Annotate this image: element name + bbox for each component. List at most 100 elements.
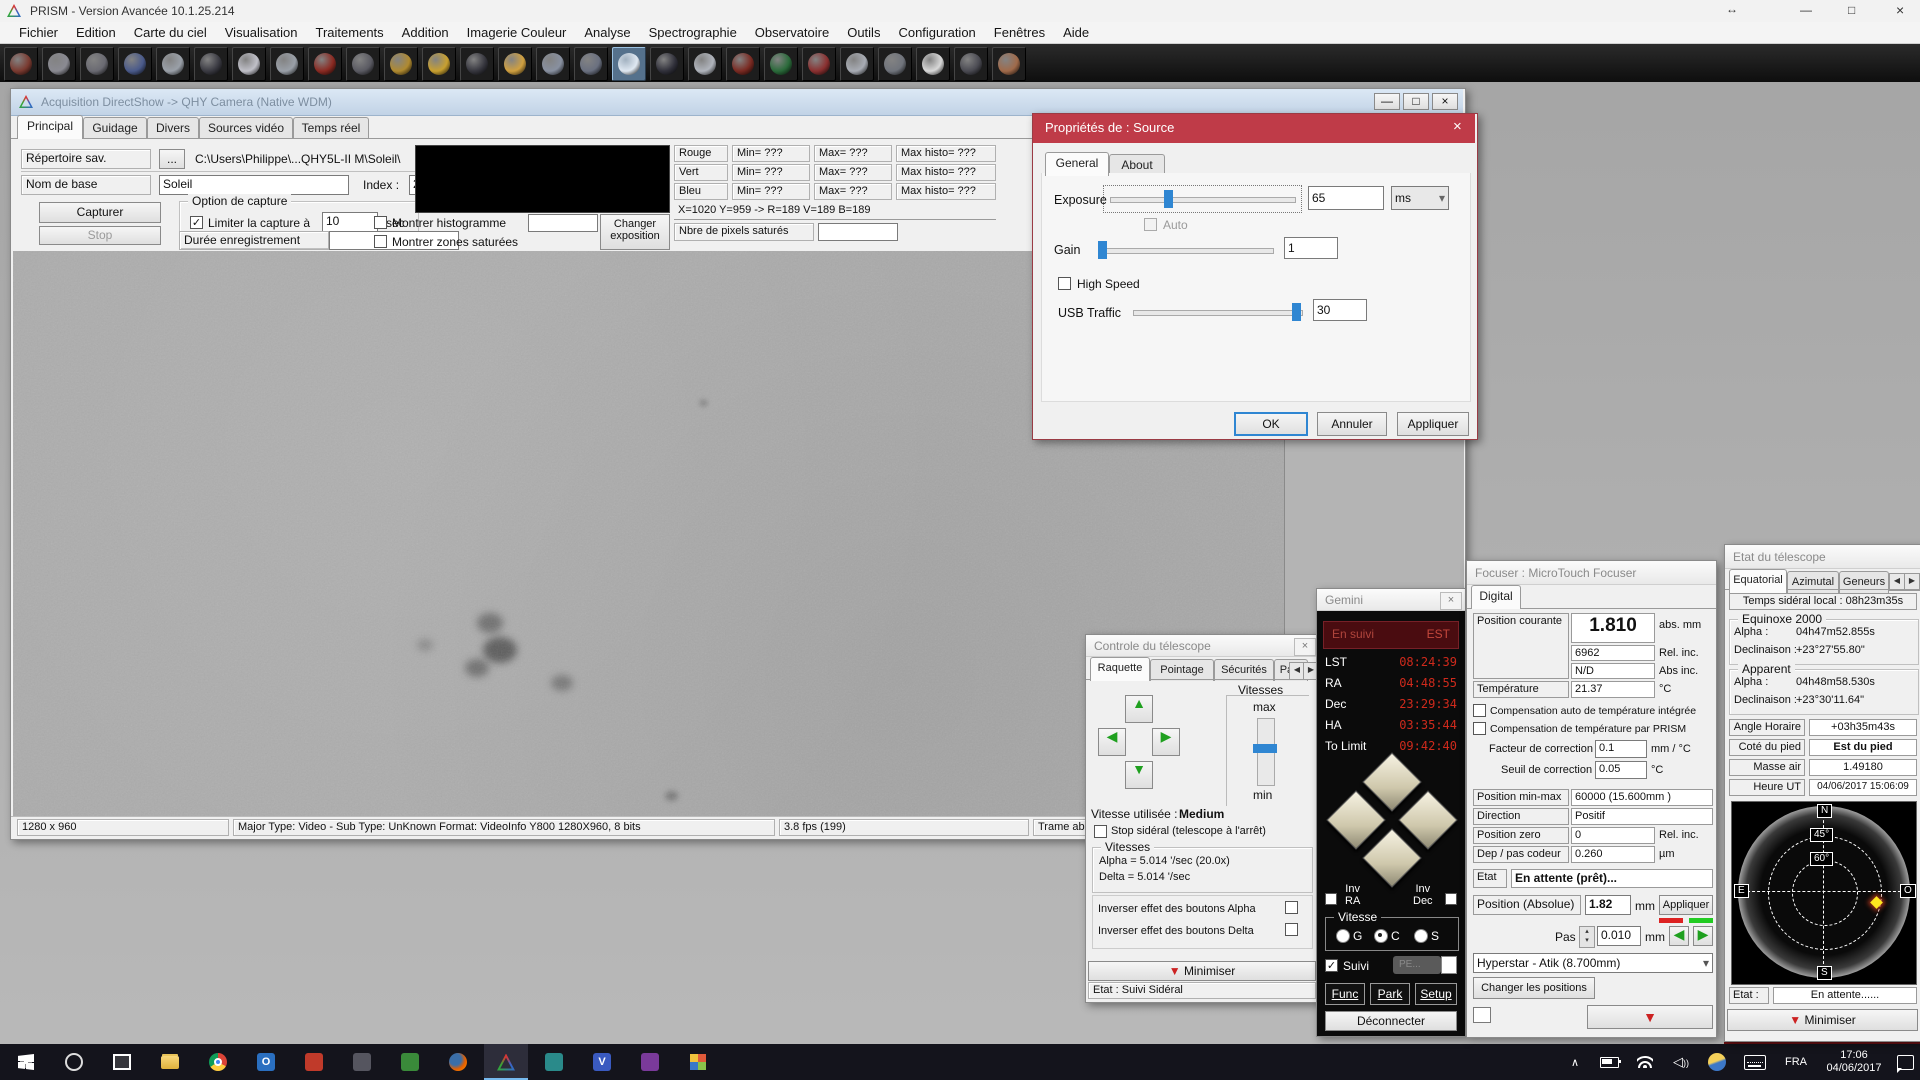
usb-slider[interactable] — [1129, 300, 1305, 324]
focuser-checkbox[interactable] — [1473, 1007, 1491, 1023]
browse-button[interactable]: ... — [159, 149, 185, 169]
step-out-button[interactable]: ◀ — [1669, 926, 1689, 946]
app-icon-teal[interactable] — [532, 1044, 576, 1080]
focuser-download-button[interactable]: ▼ — [1587, 1005, 1713, 1029]
firefox-icon[interactable] — [436, 1044, 480, 1080]
weather-tray-icon[interactable] — [1700, 1044, 1734, 1080]
move-window-icon[interactable]: ↔ — [1726, 2, 1738, 16]
appliquer-button[interactable]: Appliquer — [1659, 895, 1713, 915]
app-icon-red[interactable] — [292, 1044, 336, 1080]
cancel-button[interactable]: Annuler — [1317, 412, 1387, 436]
app-icon-blue-v[interactable]: V — [580, 1044, 624, 1080]
eraser-icon[interactable] — [156, 47, 190, 81]
acq-close-button[interactable]: × — [1432, 93, 1458, 110]
exposure-input[interactable]: 65 — [1308, 186, 1384, 210]
menu-outils[interactable]: Outils — [838, 22, 889, 44]
app-icon-green[interactable] — [388, 1044, 432, 1080]
park-button[interactable]: Park — [1370, 983, 1410, 1005]
link-icon[interactable] — [878, 47, 912, 81]
slew-south-button[interactable]: ▼ — [1125, 761, 1153, 789]
tab-digital[interactable]: Digital — [1471, 585, 1521, 609]
inverser-alpha-checkbox[interactable] — [1285, 901, 1298, 914]
gemini-close-icon[interactable]: × — [1440, 592, 1462, 610]
control-tab-raquette[interactable]: Raquette — [1090, 657, 1150, 681]
tab-divers[interactable]: Divers — [147, 117, 199, 139]
suivi-checkbox[interactable]: ✓ — [1325, 959, 1338, 972]
menu-fichier[interactable]: Fichier — [10, 22, 67, 44]
magnifier-icon[interactable] — [270, 47, 304, 81]
focuser-titlebar[interactable]: Focuser : MicroTouch Focuser — [1467, 561, 1716, 585]
gold-sphere-icon[interactable] — [422, 47, 456, 81]
minimize-icon[interactable]: — — [1800, 3, 1812, 17]
app-icon-dark[interactable] — [340, 1044, 384, 1080]
dialog-titlebar[interactable]: Propriétés de : Source × — [1033, 114, 1475, 143]
step-in-button[interactable]: ▶ — [1693, 926, 1713, 946]
comp-auto-checkbox[interactable] — [1473, 704, 1486, 717]
tab-guidage[interactable]: Guidage — [83, 117, 147, 139]
pe-toggle[interactable]: PE... — [1393, 956, 1441, 974]
menu-aide[interactable]: Aide — [1054, 22, 1098, 44]
menu-spectrographie[interactable]: Spectrographie — [640, 22, 746, 44]
menu-fen-tres[interactable]: Fenêtres — [985, 22, 1054, 44]
acq-minimize-button[interactable]: — — [1374, 93, 1400, 110]
search-icon[interactable] — [52, 1044, 96, 1080]
dark-sphere-icon[interactable] — [194, 47, 228, 81]
close-icon[interactable]: × — [1896, 2, 1904, 18]
tab-principal[interactable]: Principal — [17, 115, 83, 139]
touch-keyboard-icon[interactable] — [1736, 1044, 1774, 1080]
comp-prism-checkbox[interactable] — [1473, 722, 1486, 735]
slew-west-button[interactable]: ◀ — [1098, 728, 1126, 756]
changer-positions-button[interactable]: Changer les positions — [1473, 977, 1595, 999]
auto-checkbox[interactable] — [1144, 218, 1157, 231]
slew-north-button[interactable]: ▲ — [1125, 695, 1153, 723]
gear-gold-icon[interactable] — [384, 47, 418, 81]
tab-sources-vid-o[interactable]: Sources vidéo — [199, 117, 293, 139]
task-view-icon[interactable] — [100, 1044, 144, 1080]
menu-visualisation[interactable]: Visualisation — [216, 22, 307, 44]
pe-toggle-knob[interactable] — [1441, 956, 1457, 974]
tab-temps-r-el[interactable]: Temps réel — [293, 117, 369, 139]
gear-dark-icon[interactable] — [346, 47, 380, 81]
state-tab-equatorial[interactable]: Equatorial — [1729, 569, 1787, 593]
control-minimiser-button[interactable]: ▼ Minimiser — [1088, 961, 1316, 981]
chrome-icon[interactable] — [196, 1044, 240, 1080]
outlook-icon[interactable]: O — [244, 1044, 288, 1080]
monitor-green-icon[interactable] — [764, 47, 798, 81]
usb-icon[interactable] — [954, 47, 988, 81]
speed-slider-thumb[interactable] — [1253, 744, 1277, 753]
app-icon-purple[interactable] — [628, 1044, 672, 1080]
nom-base-input[interactable]: Soleil — [159, 175, 349, 195]
sun-icon[interactable] — [498, 47, 532, 81]
tray-chevron-icon[interactable]: ∧ — [1560, 1044, 1590, 1080]
capture-icon[interactable] — [80, 47, 114, 81]
limiter-input[interactable]: 10 — [322, 212, 378, 232]
vitesse-c-radio[interactable] — [1374, 929, 1388, 943]
facteur-input[interactable]: 0.1 — [1595, 740, 1647, 758]
vitesse-g-radio[interactable] — [1336, 929, 1350, 943]
dialog-close-icon[interactable]: × — [1453, 118, 1462, 135]
disconnect-button[interactable]: Déconnecter — [1325, 1011, 1457, 1031]
usb-input[interactable]: 30 — [1313, 299, 1367, 321]
inv-dec-checkbox[interactable] — [1445, 893, 1457, 905]
clock[interactable]: 17:06 04/06/2017 — [1818, 1044, 1890, 1080]
gain-input[interactable]: 1 — [1284, 237, 1338, 259]
droplet-icon[interactable] — [650, 47, 684, 81]
save-icon[interactable] — [42, 47, 76, 81]
red-frame-icon[interactable] — [308, 47, 342, 81]
comet-icon[interactable] — [574, 47, 608, 81]
pen-red-icon[interactable] — [726, 47, 760, 81]
action-center-icon[interactable] — [1890, 1044, 1920, 1080]
pas-input[interactable]: 0.010 — [1597, 926, 1641, 946]
vitesse-s-radio[interactable] — [1414, 929, 1428, 943]
menu-observatoire[interactable]: Observatoire — [746, 22, 838, 44]
menu-addition[interactable]: Addition — [393, 22, 458, 44]
menu-configuration[interactable]: Configuration — [889, 22, 984, 44]
video-camera-icon[interactable] — [612, 47, 646, 81]
prism-icon[interactable] — [484, 1044, 528, 1080]
telescope-control-titlebar[interactable]: Controle du télescope — [1086, 635, 1319, 657]
battery-icon[interactable] — [1592, 1044, 1626, 1080]
inverser-delta-checkbox[interactable] — [1285, 923, 1298, 936]
pos-abs-input[interactable]: 1.82 — [1585, 895, 1631, 915]
high-speed-checkbox[interactable] — [1058, 277, 1071, 290]
acq-restore-button[interactable]: □ — [1403, 93, 1429, 110]
